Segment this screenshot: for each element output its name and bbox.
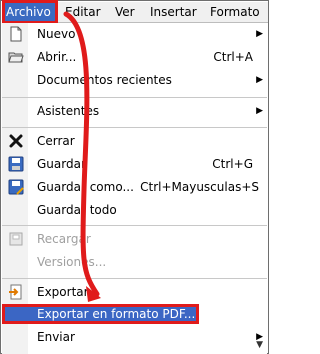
menu-item-asistentes[interactable]: Asistentes ▶	[2, 101, 267, 121]
menu-item-versiones[interactable]: Versiones...	[2, 252, 267, 272]
menu-item-recargar[interactable]: Recargar	[2, 229, 267, 249]
menu-editar-label: Editar	[65, 5, 101, 19]
menu-item-guardar-como[interactable]: Guardar como... Ctrl+Mayusculas+S	[2, 177, 267, 197]
menu-ver-label: Ver	[115, 5, 135, 19]
submenu-arrow-icon: ▶	[256, 29, 263, 39]
open-folder-icon	[8, 52, 24, 63]
menu-item-guardar-todo-label: Guardar todo	[37, 203, 117, 217]
menu-item-documentos-recientes[interactable]: Documentos recientes ▶	[2, 70, 267, 90]
scroll-more-icon[interactable]: ▼	[256, 340, 263, 350]
menu-item-cerrar[interactable]: Cerrar	[2, 131, 267, 151]
export-icon	[9, 284, 22, 300]
menu-item-guardar-como-label: Guardar como...	[37, 180, 134, 194]
menu-item-enviar-label: Enviar	[37, 330, 75, 344]
menu-item-guardar-shortcut: Ctrl+G	[212, 157, 253, 171]
menu-separator	[2, 225, 267, 226]
menu-item-guardar[interactable]: Guardar Ctrl+G	[2, 154, 267, 174]
application-window: Archivo Editar Ver Insertar Formato Nuev…	[0, 0, 269, 354]
menu-separator	[2, 97, 267, 98]
menu-formato[interactable]: Formato	[210, 2, 260, 22]
menu-item-asistentes-label: Asistentes	[37, 104, 100, 118]
menu-item-nuevo[interactable]: Nuevo ▶	[2, 24, 267, 44]
menu-insertar-label: Insertar	[150, 5, 197, 19]
menu-item-abrir-label: Abrir...	[37, 50, 77, 64]
menu-separator	[2, 278, 267, 279]
menu-item-guardar-label: Guardar	[37, 157, 86, 171]
menu-editar[interactable]: Editar	[65, 2, 101, 22]
menu-item-exportar[interactable]: Exportar...	[2, 282, 267, 302]
menu-item-cerrar-label: Cerrar	[37, 134, 75, 148]
menu-bar: Archivo Editar Ver Insertar Formato	[2, 0, 268, 24]
submenu-arrow-icon: ▶	[256, 106, 263, 116]
menu-ver[interactable]: Ver	[115, 2, 135, 22]
menu-item-abrir[interactable]: Abrir... Ctrl+A	[2, 47, 267, 67]
menu-item-exportar-label: Exportar...	[37, 285, 99, 299]
close-icon	[9, 134, 23, 148]
menu-separator	[2, 127, 267, 128]
menu-formato-label: Formato	[210, 5, 260, 19]
menu-item-recargar-label: Recargar	[37, 232, 91, 246]
menu-archivo[interactable]: Archivo	[2, 0, 58, 24]
menu-item-abrir-shortcut: Ctrl+A	[213, 50, 253, 64]
submenu-arrow-icon: ▶	[256, 75, 263, 85]
menu-archivo-label: Archivo	[6, 5, 51, 19]
save-as-icon	[8, 179, 24, 195]
menu-item-enviar[interactable]: Enviar ▶	[2, 327, 267, 347]
new-document-icon	[10, 26, 22, 42]
menu-item-documentos-recientes-label: Documentos recientes	[37, 73, 172, 87]
menu-insertar[interactable]: Insertar	[150, 2, 197, 22]
menu-item-guardar-como-shortcut: Ctrl+Mayusculas+S	[140, 180, 259, 194]
menu-item-nuevo-label: Nuevo	[37, 27, 76, 41]
file-menu-dropdown: Nuevo ▶ Abrir... Ctrl+A Documentos recie…	[2, 23, 267, 354]
reload-icon	[9, 232, 23, 246]
menu-item-versiones-label: Versiones...	[37, 255, 107, 269]
menu-item-exportar-pdf-label: Exportar en formato PDF...	[37, 307, 196, 321]
menu-item-guardar-todo[interactable]: Guardar todo	[2, 200, 267, 220]
save-icon	[8, 156, 24, 172]
menu-item-exportar-pdf[interactable]: Exportar en formato PDF...	[2, 304, 199, 324]
